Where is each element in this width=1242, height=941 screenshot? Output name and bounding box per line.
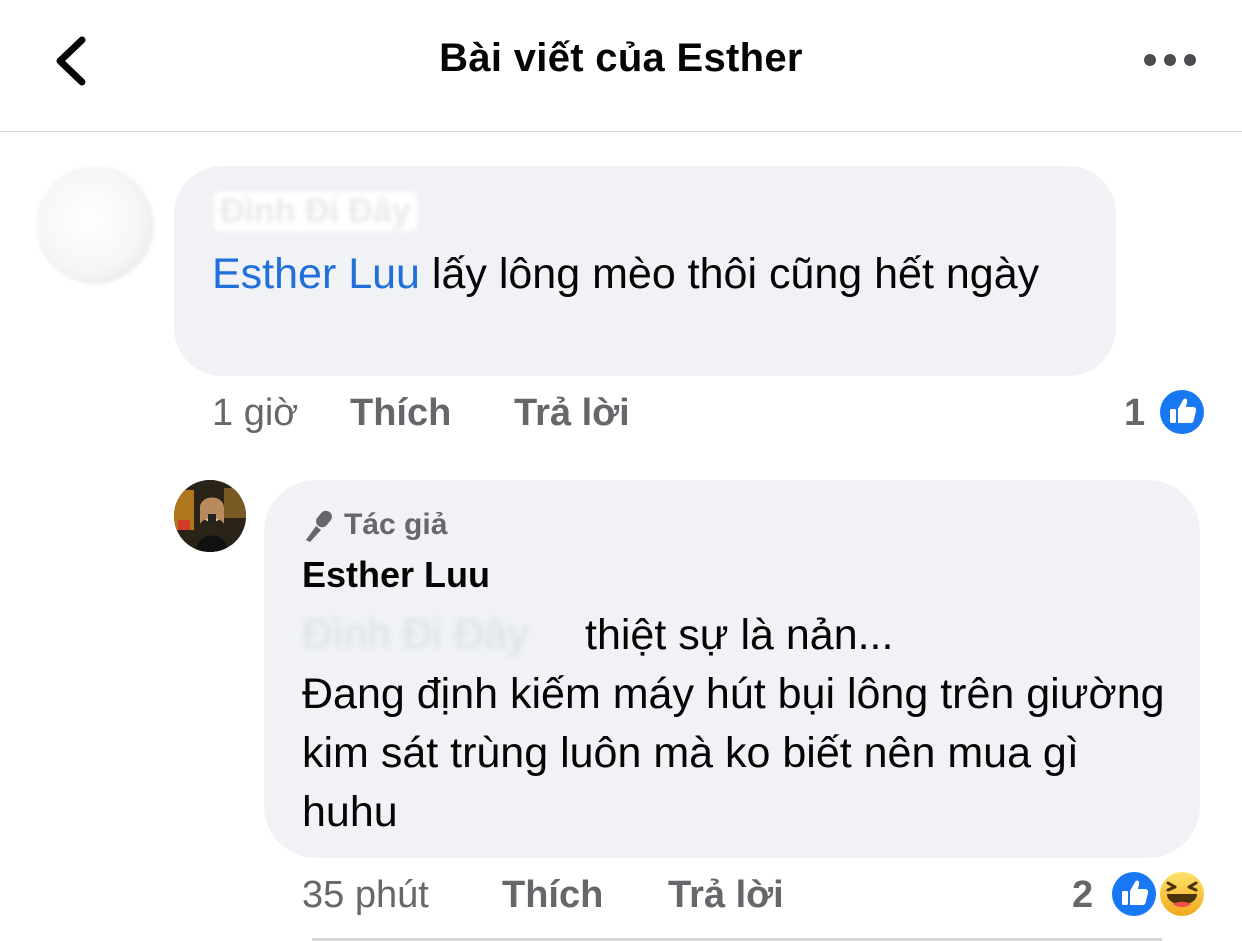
reply-reaction-count[interactable]: 2 (1072, 874, 1093, 917)
reply-author-name[interactable]: Esther Luu (302, 554, 490, 596)
more-options-button[interactable] (1140, 42, 1200, 78)
reply-line-2: Đang định kiếm máy hút bụi lông trên giư… (302, 670, 1165, 836)
like-button[interactable]: Thích (350, 392, 451, 435)
author-badge-label: Tác giả (344, 508, 448, 541)
author-photo (174, 480, 246, 552)
reply-reply-button[interactable]: Trả lời (668, 874, 784, 917)
reply-like-button[interactable]: Thích (502, 874, 603, 917)
comment-text: Esther Luu lấy lông mèo thôi cũng hết ng… (212, 244, 1092, 304)
comment-time: 1 giờ (212, 392, 299, 434)
reply-button[interactable]: Trả lời (514, 392, 630, 435)
like-reaction-icon[interactable] (1108, 868, 1160, 920)
author-badge: Tác giả (302, 508, 447, 544)
mention-link[interactable]: Esther Luu (212, 250, 420, 298)
commenter-name-blurred[interactable]: Đình Đi Đây (214, 192, 417, 231)
comment-actions: 1 giờ (212, 392, 298, 435)
comment-bubble: Đình Đi Đây Esther Luu lấy lông mèo thôi… (174, 166, 1116, 376)
comment-body: lấy lông mèo thôi cũng hết ngày (431, 250, 1040, 298)
page-title: Bài viết của Esther (439, 36, 803, 80)
more-dots-icon (1144, 54, 1196, 66)
commenter-avatar[interactable] (36, 166, 154, 284)
reply-bubble: Tác giả Esther Luu Đình Đi Đây thiệt sự … (264, 480, 1200, 858)
like-reaction-icon[interactable] (1156, 386, 1208, 438)
author-avatar[interactable] (174, 480, 246, 552)
haha-reaction-icon[interactable] (1156, 868, 1208, 920)
top-bar: Bài viết của Esther (0, 0, 1242, 132)
reply-line-1: thiệt sự là nản... (585, 611, 894, 659)
author-mic-icon (306, 510, 332, 543)
reaction-count[interactable]: 1 (1124, 392, 1145, 435)
reply-time: 35 phút (302, 874, 429, 916)
reply-text: thiệt sự là nản... Đang định kiếm máy hút… (302, 606, 1182, 842)
